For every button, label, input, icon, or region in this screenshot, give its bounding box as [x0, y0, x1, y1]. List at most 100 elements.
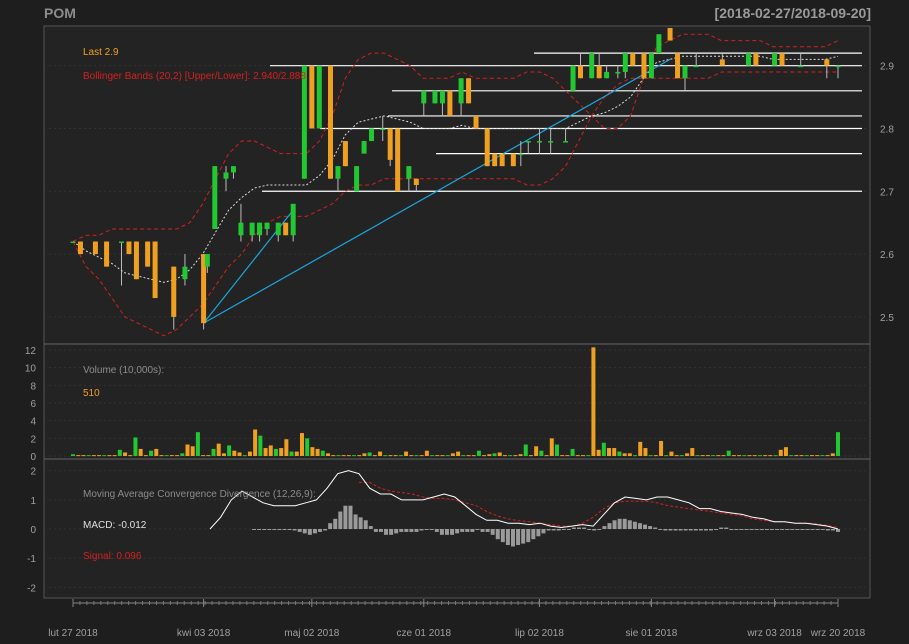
macd-histogram-bar — [368, 526, 373, 529]
volume-bar — [726, 450, 731, 456]
last-price-label: Last 2.9 — [83, 47, 119, 58]
macd-histogram-bar — [637, 523, 642, 529]
macd-histogram-bar — [617, 518, 622, 529]
volume-bar — [643, 448, 648, 456]
volume-bar — [154, 448, 159, 456]
volume-bar — [731, 455, 736, 457]
candle-body — [510, 153, 516, 167]
candle-body — [406, 166, 412, 179]
macd-histogram-bar — [551, 529, 556, 531]
volume-bar — [471, 455, 476, 457]
volume-bar — [549, 438, 554, 456]
candle-body — [283, 222, 289, 236]
macd-histogram-bar — [505, 529, 510, 546]
macd-histogram-bar — [500, 529, 505, 543]
panel-background — [43, 25, 871, 599]
volume-bar — [836, 432, 840, 456]
candle-body — [798, 65, 804, 68]
macd-histogram-bar — [252, 529, 256, 530]
volume-bar — [830, 453, 835, 456]
candle-body — [641, 53, 647, 79]
volume-bar — [497, 452, 502, 456]
volume-bar — [388, 455, 393, 457]
volume-bar — [138, 448, 143, 456]
macd-tick-label: -2 — [27, 583, 36, 594]
macd-histogram-bar — [378, 529, 383, 532]
candle-body — [563, 141, 569, 143]
volume-bar — [362, 453, 367, 456]
volume-bar — [81, 455, 86, 457]
candle-body — [693, 65, 699, 68]
price-tick-label: 2.7 — [880, 187, 894, 198]
macd-histogram-bar — [785, 529, 790, 530]
volume-bar — [195, 432, 200, 456]
macd-histogram-bar — [343, 505, 348, 529]
macd-histogram-bar — [764, 529, 769, 530]
candle-body — [204, 254, 210, 267]
macd-histogram-bar — [566, 529, 571, 530]
volume-bar — [768, 455, 773, 457]
volume-bar — [133, 437, 138, 456]
macd-histogram-bar — [622, 518, 627, 529]
macd-histogram-bar — [592, 529, 597, 531]
macd-histogram-bar — [292, 529, 297, 531]
candle-body — [77, 241, 83, 255]
macd-histogram-bar — [602, 526, 607, 529]
volume-bar — [528, 455, 533, 457]
macd-histogram-bar — [719, 527, 724, 529]
volume-bar — [367, 452, 372, 456]
volume-bar — [180, 453, 185, 456]
candle-body — [835, 65, 841, 68]
volume-bar — [237, 452, 242, 456]
volume-bar — [534, 446, 539, 456]
volume-bar — [331, 455, 336, 457]
candle-body — [421, 90, 427, 104]
candle-body — [380, 128, 386, 130]
volume-bar — [424, 450, 429, 456]
macd-histogram-bar — [688, 529, 693, 531]
macd-histogram-bar — [648, 526, 653, 529]
macd-histogram-bar — [394, 529, 399, 534]
candle-body — [675, 53, 681, 79]
volume-bar — [372, 455, 377, 457]
volume-bar — [633, 455, 638, 457]
candle-body — [249, 222, 255, 236]
volume-bar — [216, 443, 221, 456]
macd-histogram-bar — [262, 529, 267, 530]
macd-histogram-bar — [739, 529, 744, 530]
volume-bar — [659, 440, 664, 456]
candle-body — [779, 53, 785, 66]
volume-bar — [752, 455, 757, 457]
volume-bar — [523, 444, 528, 456]
candle-body — [439, 90, 445, 104]
macd-histogram-bar — [632, 521, 637, 529]
candle-body — [335, 166, 341, 179]
macd-histogram-bar — [521, 529, 526, 544]
volume-bar — [112, 455, 117, 457]
candle-body — [387, 128, 393, 160]
macd-histogram-bar — [668, 529, 673, 531]
volume-bar — [492, 453, 497, 456]
macd-histogram-bar — [384, 529, 389, 535]
macd-histogram-bar — [373, 529, 378, 532]
macd-histogram-bar — [612, 520, 617, 529]
volume-bar — [653, 455, 658, 457]
macd-histogram-bar — [749, 529, 754, 530]
volume-bar — [461, 455, 466, 457]
macd-histogram-bar — [643, 524, 648, 529]
macd-histogram-bar — [399, 529, 404, 532]
x-axis-label: lut 27 2018 — [48, 628, 98, 639]
volume-tick-label: 10 — [25, 364, 37, 375]
price-tick-label: 2.6 — [880, 250, 894, 261]
candle-body — [648, 53, 654, 79]
macd-tick-label: 0 — [30, 525, 36, 536]
macd-histogram-bar — [353, 514, 358, 529]
candle-body — [290, 203, 296, 236]
macd-histogram-bar — [510, 529, 515, 547]
candle-body — [596, 65, 602, 79]
volume-bar — [747, 455, 752, 457]
volume-bar — [648, 455, 653, 457]
macd-histogram-bar — [455, 529, 460, 534]
volume-tick-label: 8 — [30, 381, 36, 392]
macd-histogram-bar — [775, 529, 780, 530]
